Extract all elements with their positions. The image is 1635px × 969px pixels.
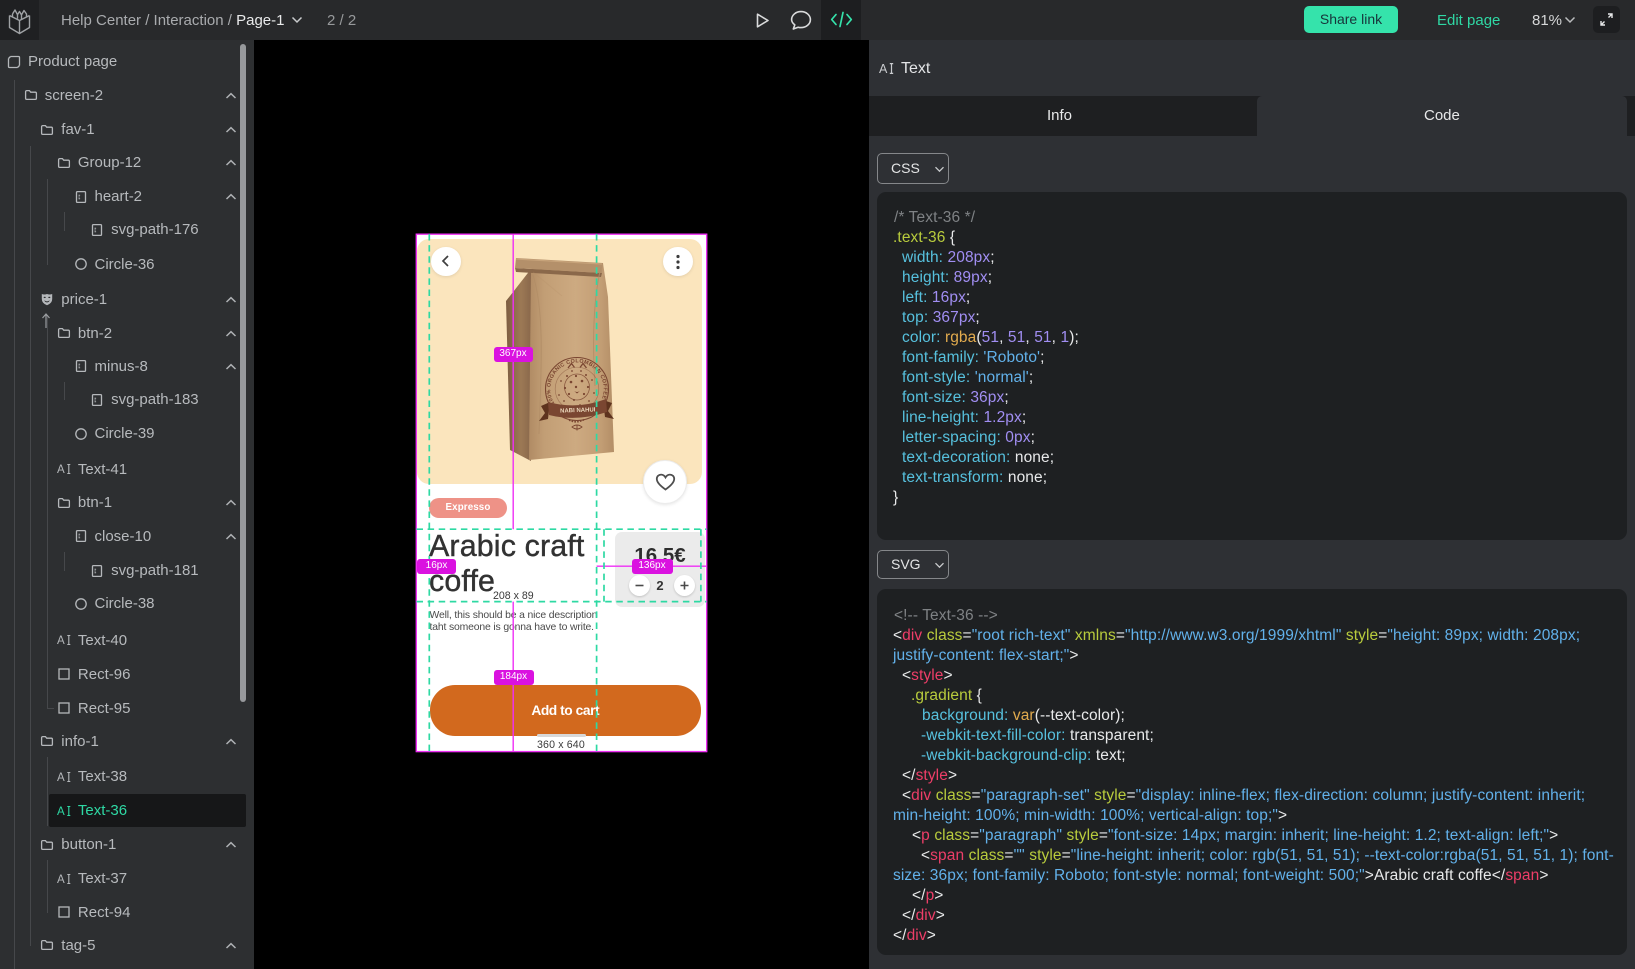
svg-text:A: A: [879, 62, 888, 76]
svg-text:A: A: [57, 464, 65, 476]
svg-text:A: A: [57, 806, 65, 818]
svg-text:A: A: [57, 772, 65, 784]
svg-text:A: A: [57, 874, 65, 886]
svg-text:A: A: [57, 635, 65, 647]
